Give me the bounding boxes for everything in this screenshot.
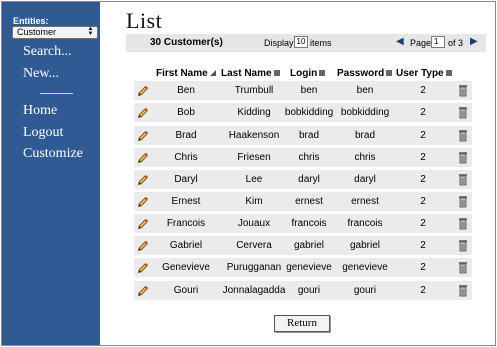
table-row: Chris Friesen chris chris 2 xyxy=(134,148,472,167)
trash-icon[interactable] xyxy=(458,217,468,230)
page-title: List xyxy=(126,8,163,33)
page-label: Page xyxy=(410,38,432,48)
column-header-password[interactable]: Password xyxy=(337,68,393,79)
prev-page-icon[interactable]: ◀ xyxy=(396,36,404,47)
trash-icon[interactable] xyxy=(458,284,468,297)
table-row: Genevieve Purugganan genevieve genevieve 2 xyxy=(134,258,472,277)
sidebar-link-logout[interactable]: Logout xyxy=(23,125,63,141)
trash-icon[interactable] xyxy=(458,195,468,208)
column-header-login[interactable]: Login xyxy=(290,68,326,79)
list-info-bar: 30 Customer(s) Display 10 items ◀ Page 1… xyxy=(126,34,486,52)
sort-icon[interactable] xyxy=(386,70,393,77)
table-row: Ben Trumbull ben ben 2 xyxy=(134,81,472,100)
table-row: Ernest Kim ernest ernest 2 xyxy=(134,192,472,211)
table-row: Daryl Lee daryl daryl 2 xyxy=(134,170,472,189)
column-header-first-name-label: First Name xyxy=(156,68,208,79)
sidebar-link-new[interactable]: New... xyxy=(23,66,59,82)
column-header-password-label: Password xyxy=(337,68,385,79)
select-arrows-icon: ▲ ▼ xyxy=(87,26,94,37)
column-header-last-name[interactable]: Last Name xyxy=(221,68,280,79)
cell-user-type: 2 xyxy=(420,130,426,141)
table-row: Bob Kidding bobkidding bobkidding 2 xyxy=(134,103,472,122)
sidebar-link-customize[interactable]: Customize xyxy=(23,146,83,162)
column-header-first-name[interactable]: First Name xyxy=(156,68,216,79)
display-count-input[interactable]: 10 xyxy=(294,36,308,48)
cell-user-type: 2 xyxy=(420,107,426,118)
entity-select-value: Customer xyxy=(17,27,57,37)
cell-user-type: 2 xyxy=(420,152,426,163)
trash-icon[interactable] xyxy=(458,239,468,252)
trash-icon[interactable] xyxy=(458,173,468,186)
return-button[interactable]: Return xyxy=(274,315,330,332)
sort-icon[interactable] xyxy=(273,70,280,77)
trash-icon[interactable] xyxy=(458,84,468,97)
cell-user-type: 2 xyxy=(420,196,426,207)
column-header-user-type[interactable]: User Type xyxy=(396,68,452,79)
trash-icon[interactable] xyxy=(458,129,468,142)
entities-label: Entities: xyxy=(13,16,49,26)
sidebar-link-search[interactable]: Search... xyxy=(23,44,72,60)
trash-icon[interactable] xyxy=(458,261,468,274)
trash-icon[interactable] xyxy=(458,151,468,164)
sort-icon[interactable] xyxy=(445,70,452,77)
cell-user-type: 2 xyxy=(420,174,426,185)
next-page-icon[interactable]: ▶ xyxy=(470,36,478,47)
cell-user-type: 2 xyxy=(420,262,426,273)
trash-icon[interactable] xyxy=(458,106,468,119)
sidebar-divider xyxy=(40,93,73,94)
entity-select[interactable]: Customer ▲ ▼ xyxy=(12,26,98,39)
column-header-last-name-label: Last Name xyxy=(221,68,272,79)
sort-icon[interactable] xyxy=(319,70,326,77)
display-label: Display xyxy=(264,38,294,48)
cell-user-type: 2 xyxy=(420,85,426,96)
column-header-user-type-label: User Type xyxy=(396,68,444,79)
column-header-login-label: Login xyxy=(290,68,318,79)
cell-user-type: 2 xyxy=(420,240,426,251)
table-row: Francois Jouaux francois francois 2 xyxy=(134,214,472,233)
page-number-input[interactable]: 1 xyxy=(431,36,445,48)
items-label: items xyxy=(310,38,332,48)
cell-user-type: 2 xyxy=(420,218,426,229)
cell-user-type: 2 xyxy=(420,285,426,296)
table-row: Gouri Jonnalagadda gouri gouri 2 xyxy=(134,281,472,300)
sidebar-link-home[interactable]: Home xyxy=(23,103,57,119)
page-total-label: of 3 xyxy=(448,38,464,48)
record-count: 30 Customer(s) xyxy=(150,37,223,48)
table-row: Brad Haakenson brad brad 2 xyxy=(134,126,472,145)
sort-desc-icon[interactable] xyxy=(209,70,216,77)
sidebar: Entities: Customer ▲ ▼ Search... New... H… xyxy=(2,2,100,345)
table-row: Gabriel Cervera gabriel gabriel 2 xyxy=(134,236,472,255)
